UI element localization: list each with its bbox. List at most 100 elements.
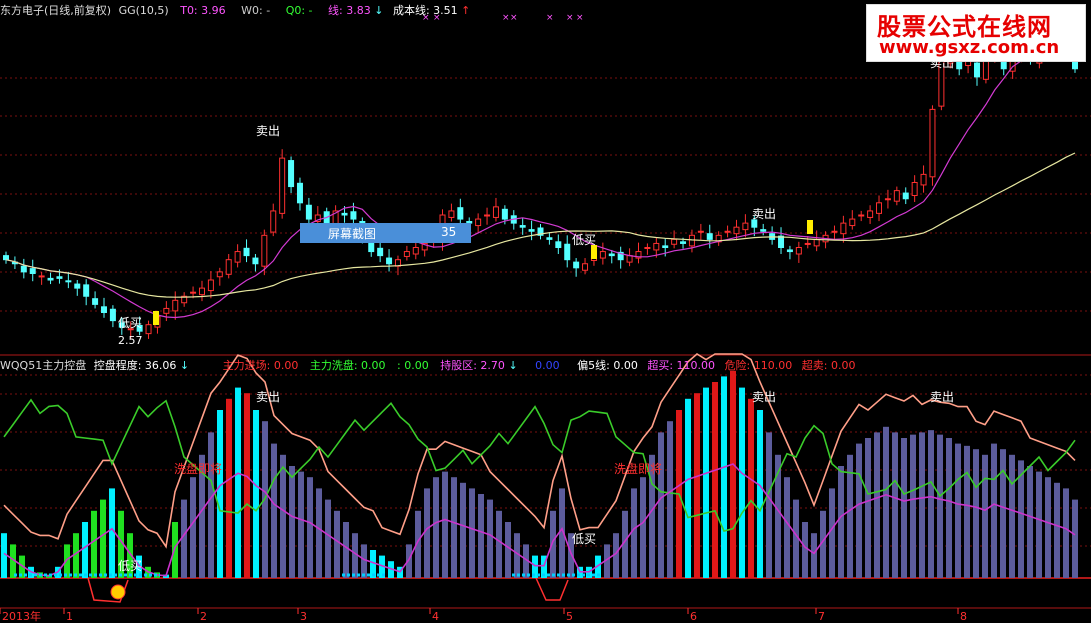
indicator-bar bbox=[766, 432, 772, 578]
candle-body bbox=[644, 247, 651, 249]
indicator-bar bbox=[991, 443, 997, 578]
candle-body bbox=[20, 265, 27, 273]
candle-body bbox=[243, 247, 250, 257]
top-x-mark: × bbox=[502, 13, 510, 23]
candle-body bbox=[519, 225, 526, 228]
candle-body bbox=[546, 237, 553, 240]
candle-body bbox=[3, 255, 9, 261]
candle-body bbox=[457, 207, 464, 220]
indicator-bar bbox=[298, 471, 304, 578]
indicator-bar bbox=[910, 434, 916, 578]
candle-body bbox=[492, 206, 499, 218]
signal-marker bbox=[153, 311, 159, 325]
candle-body bbox=[920, 173, 927, 186]
candle-body bbox=[198, 287, 205, 296]
main-wash: 主力洗盘: 0.00 bbox=[309, 359, 386, 372]
blank-value: 0.00 bbox=[535, 359, 560, 372]
candle-body bbox=[564, 243, 571, 261]
candle-body bbox=[403, 251, 410, 257]
top-x-mark: × bbox=[566, 13, 574, 23]
indicator-bar bbox=[811, 533, 817, 578]
candle-body bbox=[288, 160, 295, 188]
candle-body bbox=[448, 210, 455, 218]
screen-capture-button[interactable]: 屏幕截图 35 bbox=[300, 223, 471, 243]
x-axis-label: 2013年 bbox=[2, 609, 41, 623]
sell-signal-main-1: 卖出 bbox=[256, 124, 281, 138]
low-buy-main-1: 低买 bbox=[118, 316, 143, 330]
candle-body bbox=[840, 222, 847, 235]
candle-body bbox=[163, 307, 170, 314]
colon-value: : 0.00 bbox=[397, 359, 429, 372]
indicator-bar bbox=[748, 398, 754, 578]
x-axis-label: 1 bbox=[66, 610, 73, 623]
candle-body bbox=[350, 211, 357, 220]
indicator-bar bbox=[208, 432, 214, 578]
wash-warning-2: 洗盘即将 bbox=[614, 462, 663, 476]
indicator-bar bbox=[955, 443, 961, 578]
indicator-bar bbox=[424, 488, 430, 578]
candle-body bbox=[982, 60, 989, 80]
indicator-bar bbox=[1027, 466, 1033, 578]
indicator-bar bbox=[658, 432, 664, 578]
indicator-bar bbox=[874, 432, 880, 578]
indicator-bar bbox=[919, 432, 925, 578]
q0-value: Q0: - bbox=[285, 4, 313, 17]
indicator-bar bbox=[316, 488, 322, 578]
candle-body bbox=[252, 257, 259, 265]
indicator-bar bbox=[838, 466, 844, 578]
candle-body bbox=[305, 204, 312, 220]
candle-body bbox=[386, 257, 393, 265]
indicator-bar bbox=[550, 510, 556, 578]
indicator-bar bbox=[865, 438, 871, 578]
candle-body bbox=[671, 238, 678, 245]
screen-capture-value: 35 bbox=[441, 225, 457, 239]
candle-body bbox=[279, 157, 286, 214]
candle-body bbox=[92, 298, 99, 305]
indicator-bar bbox=[361, 544, 367, 578]
candle-body bbox=[83, 284, 90, 297]
top-x-mark: × bbox=[576, 13, 584, 23]
x-axis-label: 7 bbox=[818, 610, 825, 623]
candle-body bbox=[172, 299, 179, 312]
chart-canvas: × × × × × × ×2013年 1 2 3 4 5 6 7 8 bbox=[0, 13, 1091, 623]
indicator-bar bbox=[505, 522, 511, 578]
indicator-bar bbox=[289, 466, 295, 578]
candle-body bbox=[216, 271, 223, 278]
hold-down-arrow: ↓ bbox=[508, 359, 518, 372]
indicator-bar bbox=[325, 499, 331, 578]
sell-signal-main-2: 卖出 bbox=[752, 207, 777, 221]
indicator-bar bbox=[694, 393, 700, 578]
indicator-bar bbox=[721, 376, 727, 578]
candle-body bbox=[680, 241, 687, 244]
candle-body bbox=[902, 192, 909, 200]
indicator-bar bbox=[703, 387, 709, 578]
indicator-bar bbox=[730, 370, 736, 578]
indicator-bar bbox=[739, 387, 745, 578]
candle-body bbox=[849, 218, 856, 227]
indicator-bar bbox=[1054, 482, 1060, 578]
indicator-bar bbox=[478, 494, 484, 578]
control-down-arrow: ↓ bbox=[179, 359, 190, 372]
candle-body bbox=[412, 247, 419, 255]
t0-value: T0: 3.96 bbox=[180, 4, 226, 17]
candle-body bbox=[38, 275, 45, 278]
signal-marker bbox=[807, 220, 813, 234]
indicator-bar bbox=[82, 522, 88, 578]
indicator-bar bbox=[235, 387, 241, 578]
indicator-bar bbox=[253, 410, 259, 578]
candle-body bbox=[190, 291, 197, 294]
main-enter: 主力进场: 0.00 bbox=[222, 359, 299, 372]
candle-body bbox=[893, 190, 900, 202]
sell-signal-ind-1: 卖出 bbox=[256, 390, 281, 404]
smiley-icon bbox=[110, 584, 126, 600]
candle-body bbox=[261, 234, 268, 267]
candle-body bbox=[234, 251, 241, 263]
indicator-bar bbox=[244, 393, 250, 578]
candle-body bbox=[706, 233, 713, 240]
candle-body bbox=[582, 263, 589, 271]
dev5-line: 偏5线: 0.00 bbox=[577, 359, 638, 372]
overbuy-level: 超买: 110.00 bbox=[647, 359, 716, 372]
sell-signal-main-3: 卖出 bbox=[930, 56, 955, 70]
candle-body bbox=[296, 182, 303, 204]
indicator-bar bbox=[109, 488, 115, 578]
